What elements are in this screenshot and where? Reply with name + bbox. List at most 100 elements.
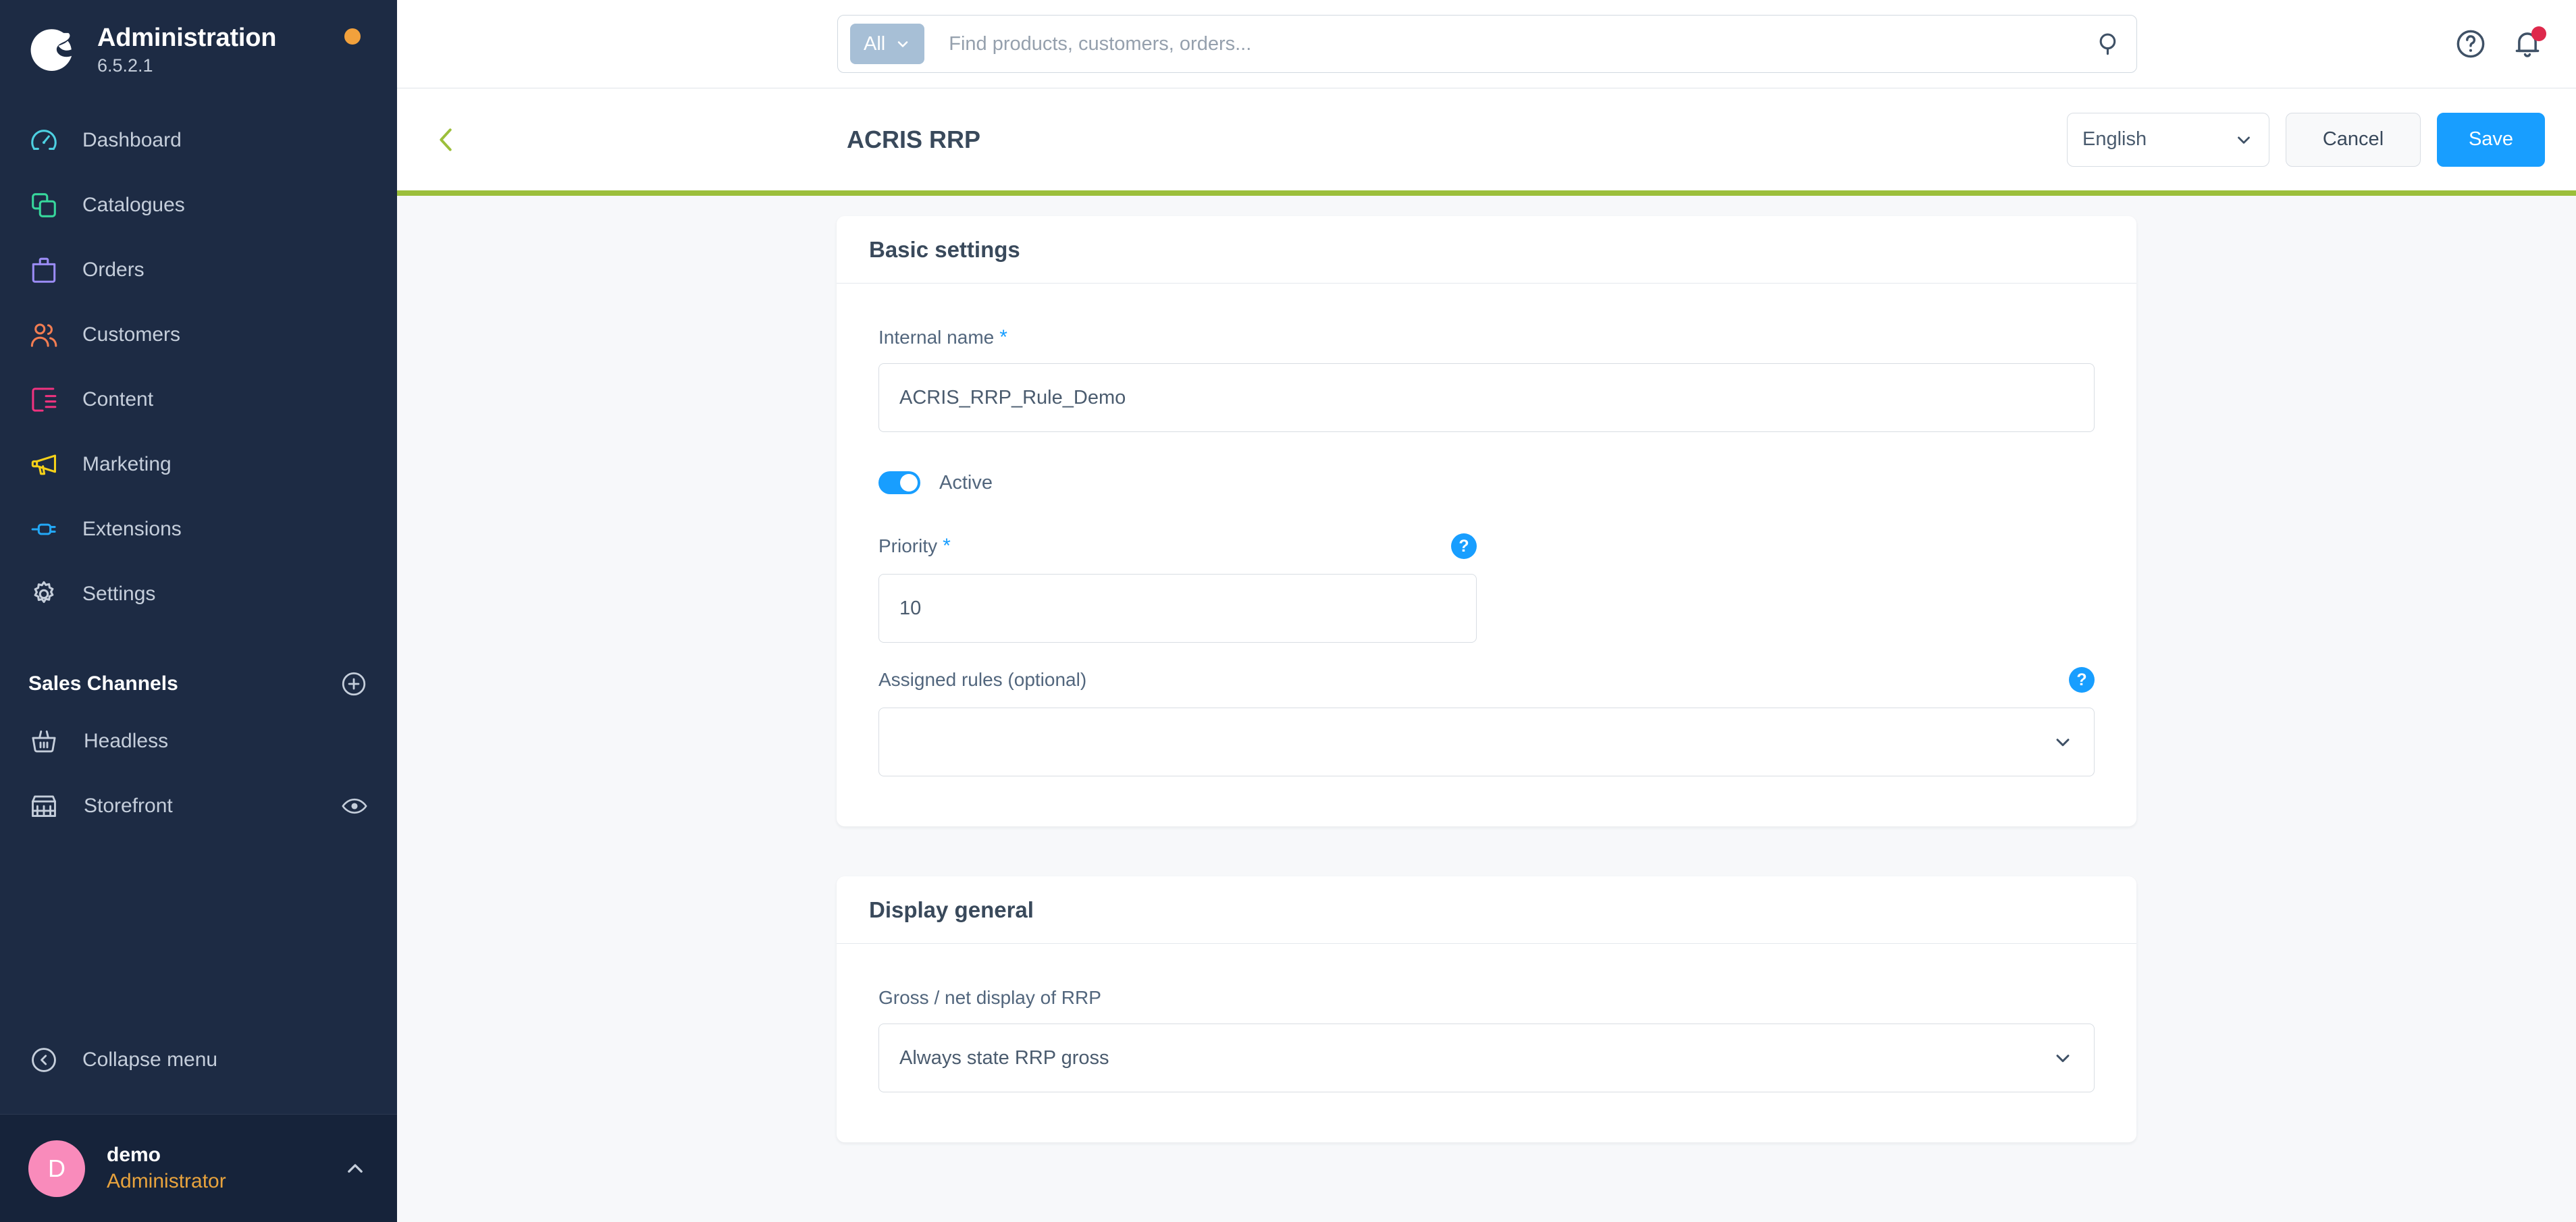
sidebar-item-label: Customers — [82, 323, 181, 346]
admin-app: Administration 6.5.2.1 Dashboard Catalog… — [0, 0, 2576, 1222]
field-label-row: Assigned rules (optional) ? — [878, 667, 2095, 693]
search-icon[interactable] — [2095, 29, 2124, 59]
user-account-footer[interactable]: D demo Administrator — [0, 1114, 397, 1222]
field-priority: Priority * ? — [878, 533, 1477, 643]
copy-layers-icon — [28, 190, 59, 221]
sidebar-item-label: Dashboard — [82, 129, 182, 151]
sales-channels-section: Sales Channels Headless Storefront — [0, 659, 397, 839]
gear-icon — [28, 579, 59, 610]
chevron-down-icon — [2052, 1047, 2074, 1069]
toggle-label: Active — [939, 472, 993, 494]
card-title: Basic settings — [869, 236, 1020, 262]
card-title: Display general — [869, 897, 1034, 922]
card-header: Basic settings — [837, 216, 2136, 284]
chevron-left-icon[interactable] — [429, 122, 465, 157]
brand-header[interactable]: Administration 6.5.2.1 — [0, 0, 397, 89]
sidebar-item-label: Orders — [82, 259, 144, 281]
collapse-menu-button[interactable]: Collapse menu — [0, 1028, 397, 1092]
help-icon[interactable]: ? — [1451, 533, 1477, 559]
avatar: D — [28, 1140, 85, 1197]
sidebar-item-dashboard[interactable]: Dashboard — [0, 108, 397, 173]
card-display-general: Display general Gross / net display of R… — [837, 876, 2136, 1142]
user-name: demo — [107, 1143, 161, 1166]
internal-name-input[interactable] — [878, 363, 2095, 432]
plus-circle-icon[interactable] — [339, 669, 369, 699]
shopware-logo-icon — [28, 23, 80, 74]
language-selector[interactable]: English — [2067, 112, 2269, 167]
topbar: All — [397, 0, 2576, 88]
field-active-toggle: Active — [878, 471, 2095, 494]
card-header: Display general — [837, 876, 2136, 944]
search-input[interactable] — [949, 32, 2084, 55]
sidebar-item-label: Extensions — [82, 518, 182, 540]
global-search: All — [837, 15, 2137, 73]
chevron-down-icon — [895, 36, 911, 52]
collapse-menu-label: Collapse menu — [82, 1048, 218, 1071]
field-label: Assigned rules (optional) — [878, 669, 1087, 690]
select-value: Always state RRP gross — [899, 1046, 1109, 1069]
chevron-down-icon — [2234, 130, 2254, 150]
search-scope-selector[interactable]: All — [850, 24, 925, 64]
sales-channels-header: Sales Channels — [0, 659, 397, 709]
sales-channels-title: Sales Channels — [28, 672, 178, 695]
sales-channel-headless[interactable]: Headless — [0, 709, 397, 774]
sidebar-item-label: Marketing — [82, 453, 172, 475]
plug-icon — [28, 514, 59, 545]
field-label: Priority — [878, 535, 938, 556]
eye-icon[interactable] — [340, 792, 369, 820]
priority-input[interactable] — [878, 574, 1477, 643]
sidebar-item-customers[interactable]: Customers — [0, 302, 397, 367]
chevron-down-icon — [2052, 731, 2074, 753]
basket-icon — [28, 726, 59, 757]
users-icon — [28, 319, 59, 350]
save-button[interactable]: Save — [2437, 112, 2545, 167]
megaphone-icon — [28, 449, 59, 480]
help-icon[interactable]: ? — [2069, 667, 2095, 693]
field-label-row: Priority * ? — [878, 533, 1477, 559]
chevron-up-icon[interactable] — [342, 1155, 369, 1182]
assigned-rules-select[interactable] — [878, 708, 2095, 776]
language-value: English — [2082, 128, 2147, 150]
sales-channel-storefront[interactable]: Storefront — [0, 774, 397, 839]
field-assigned-rules: Assigned rules (optional) ? — [878, 667, 2095, 776]
question-circle-icon[interactable] — [2453, 26, 2488, 61]
storefront-icon — [28, 791, 59, 822]
gross-net-display-select[interactable]: Always state RRP gross — [878, 1024, 2095, 1092]
sidebar-item-marketing[interactable]: Marketing — [0, 432, 397, 497]
sidebar: Administration 6.5.2.1 Dashboard Catalog… — [0, 0, 397, 1222]
card-body: Internal name * Active — [837, 284, 2136, 826]
sales-channel-label: Headless — [84, 730, 169, 752]
required-asterisk: * — [943, 535, 951, 557]
cancel-button[interactable]: Cancel — [2286, 112, 2421, 167]
topbar-actions — [2453, 0, 2546, 88]
brand-version: 6.5.2.1 — [97, 55, 153, 76]
user-role: Administrator — [107, 1169, 226, 1192]
active-toggle[interactable] — [878, 471, 920, 494]
speedometer-icon — [28, 125, 59, 156]
bell-icon[interactable] — [2510, 26, 2546, 61]
card-body: Gross / net display of RRP Always state … — [837, 944, 2136, 1142]
sidebar-item-label: Content — [82, 388, 154, 410]
field-gross-net-display: Gross / net display of RRP Always state … — [878, 987, 2095, 1092]
sidebar-item-settings[interactable]: Settings — [0, 562, 397, 627]
sales-channel-label: Storefront — [84, 795, 173, 817]
required-asterisk: * — [999, 326, 1007, 348]
notification-badge — [2531, 26, 2546, 41]
sidebar-item-orders[interactable]: Orders — [0, 238, 397, 302]
field-label-row: Gross / net display of RRP — [878, 987, 2095, 1009]
sidebar-item-content[interactable]: Content — [0, 367, 397, 432]
main-area: All Find products, customers, orders... … — [397, 0, 2576, 1222]
shopping-bag-icon — [28, 255, 59, 286]
page-title: ACRIS RRP — [847, 125, 981, 153]
brand-title: Administration — [97, 24, 277, 52]
content-list-icon — [28, 384, 59, 415]
toggle-knob — [900, 474, 918, 492]
sidebar-item-label: Settings — [82, 583, 156, 605]
card-basic-settings: Basic settings Internal name * ACRIS_RRP… — [837, 216, 2136, 826]
content-scroll-area[interactable]: Basic settings Internal name * ACRIS_RRP… — [397, 196, 2576, 1222]
chevron-left-circle-icon — [28, 1044, 59, 1075]
search-scope-label: All — [864, 32, 886, 55]
sidebar-item-extensions[interactable]: Extensions — [0, 497, 397, 562]
sidebar-item-catalogues[interactable]: Catalogues — [0, 173, 397, 238]
